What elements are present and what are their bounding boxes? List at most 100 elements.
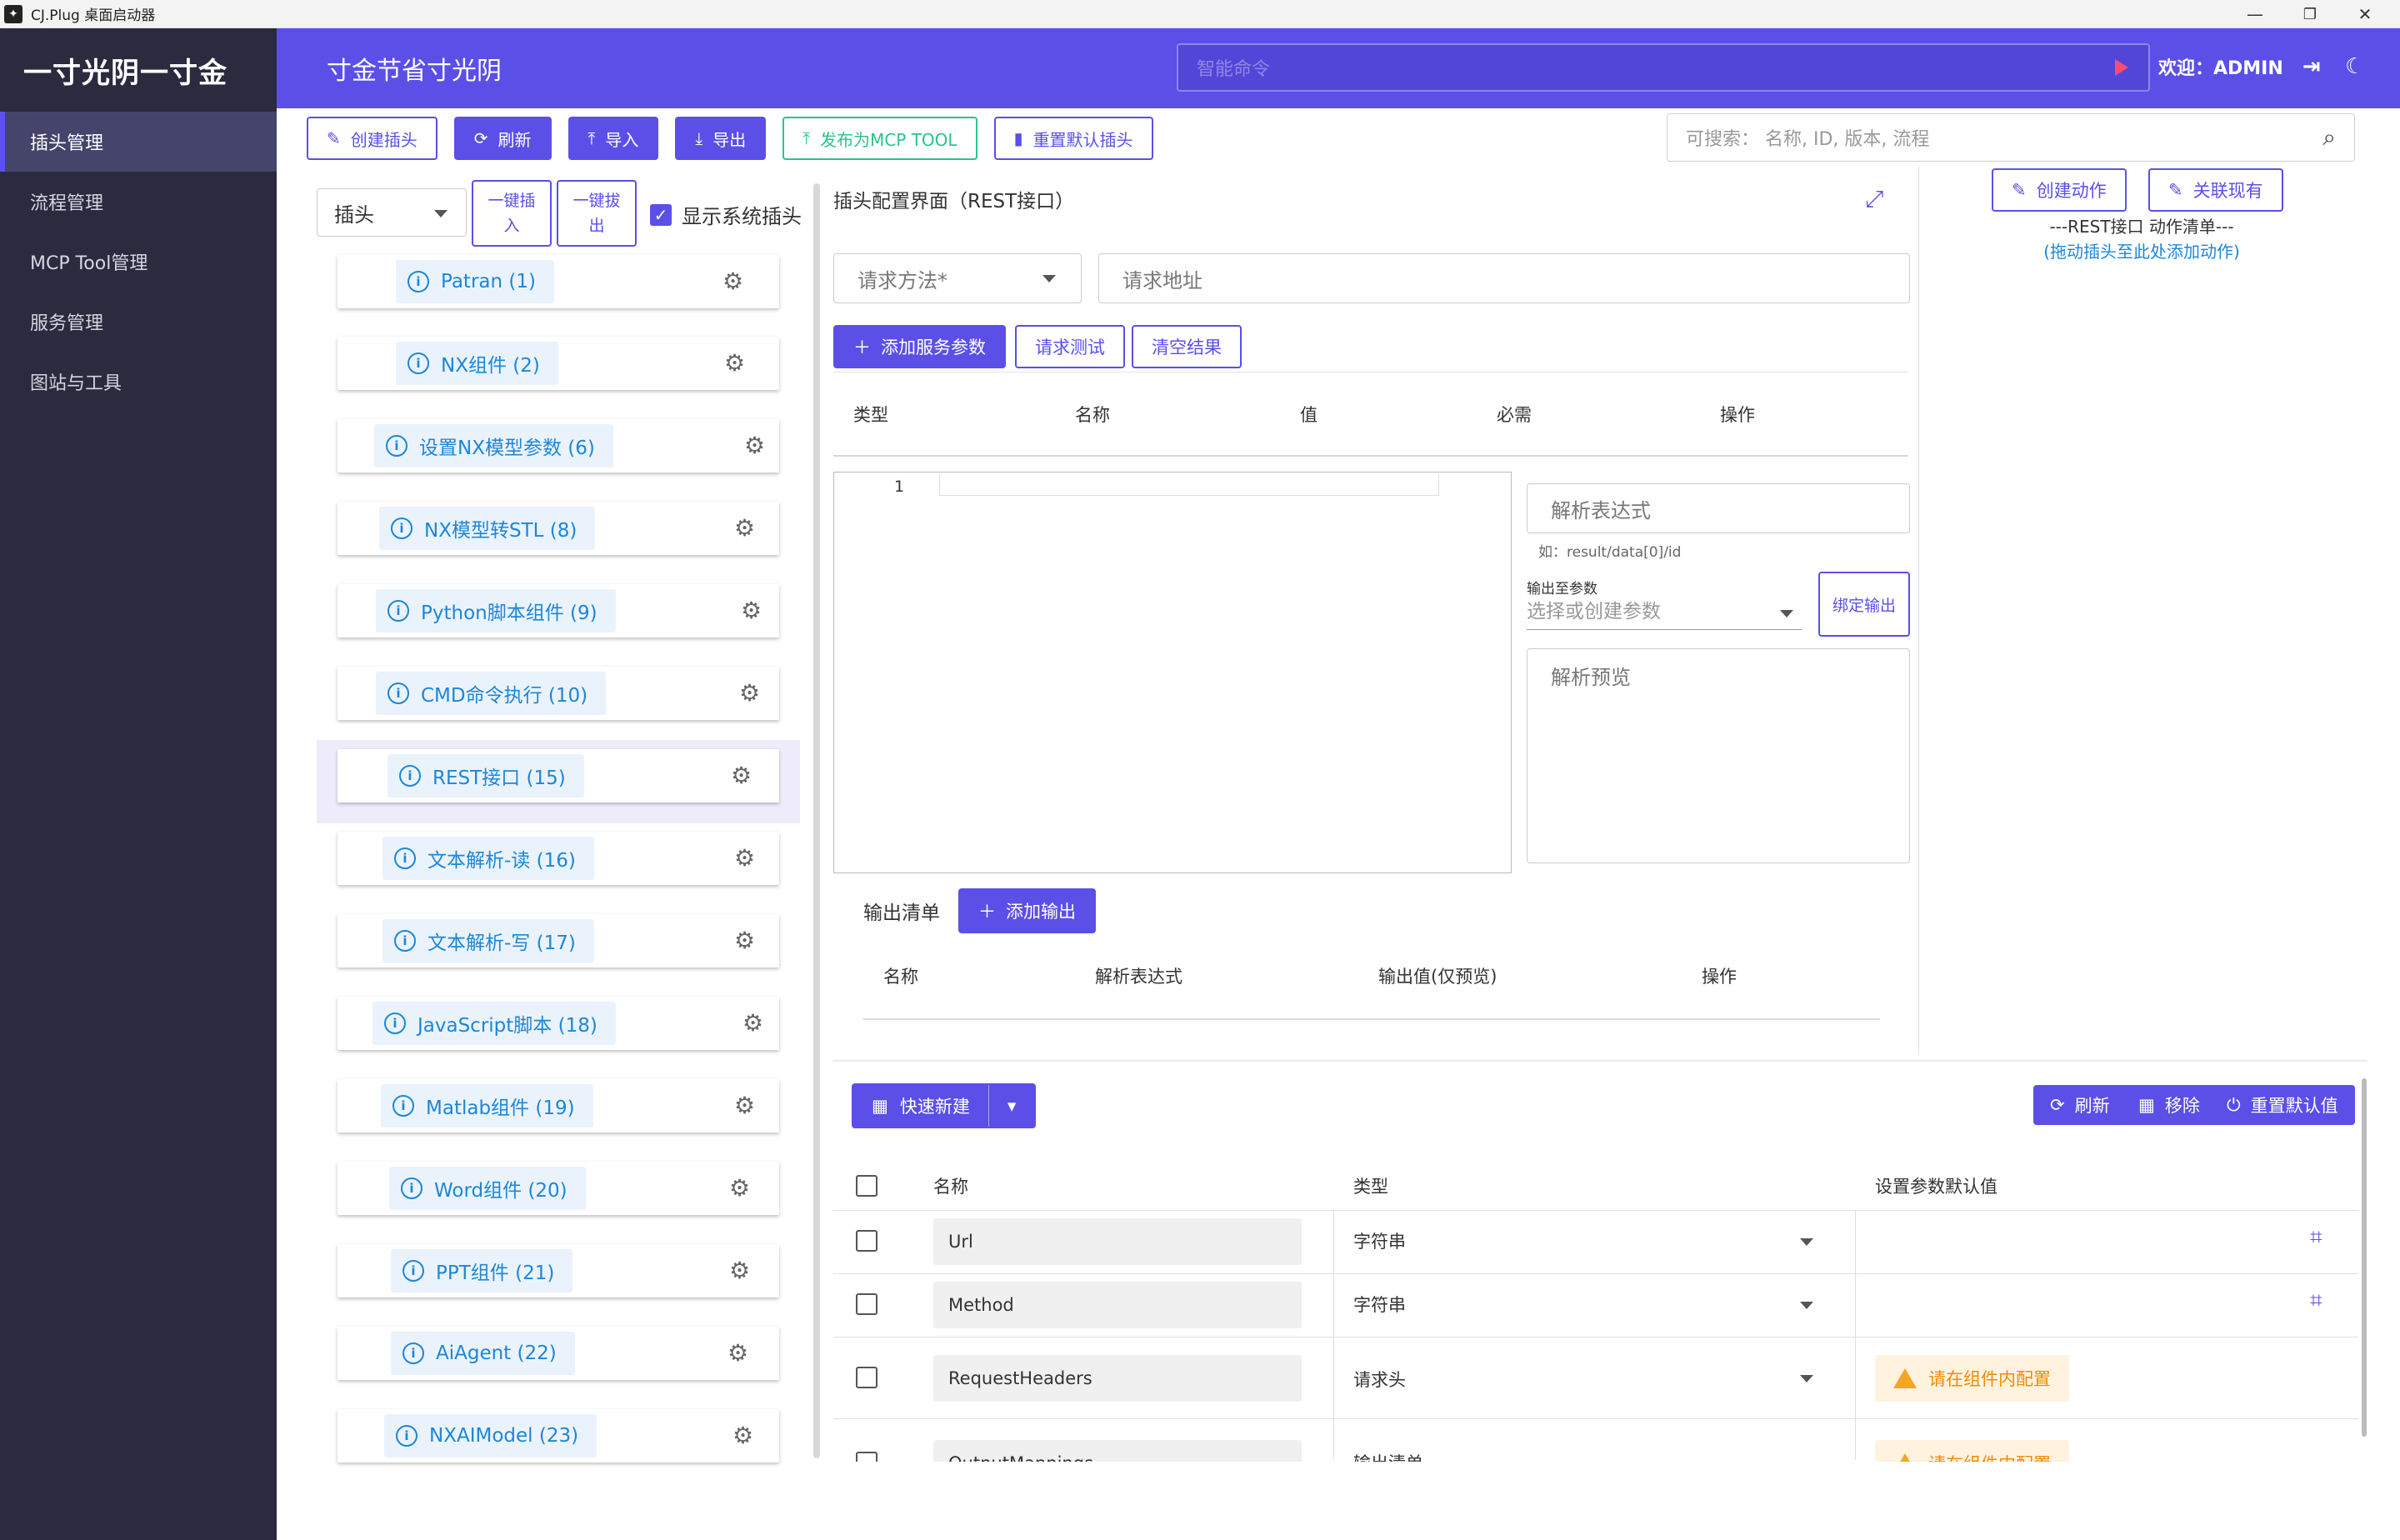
plug-card[interactable]: i 文本解析-读 (16) ⚙ [338,832,779,885]
sidebar-item-mcp-tool[interactable]: MCP Tool管理 [0,232,277,292]
export-button[interactable]: ⤓ 导出 [675,117,767,160]
sidebar-item-service[interactable]: 服务管理 [0,292,277,352]
row-checkbox[interactable] [856,1367,878,1388]
gear-icon[interactable]: ⚙ [729,1259,750,1282]
plug-card[interactable]: i Word组件 (20) ⚙ [338,1162,779,1215]
param-name-cell[interactable]: Method [933,1282,1302,1328]
param-name-cell[interactable]: OutputMappings [933,1440,1302,1462]
param-type-cell[interactable]: 输出清单 [1353,1450,1423,1462]
row-checkbox[interactable] [856,1452,878,1462]
import-button[interactable]: ⤒ 导入 [568,117,659,160]
search-placeholder: 可搜索： 名称, ID, 版本, 流程 [1686,129,1930,150]
reset-plugs-button[interactable]: ▮ 重置默认插头 [993,117,1153,160]
parse-expression-input[interactable]: 解析表达式 [1527,483,1910,533]
show-system-checkbox[interactable]: ✓ 显示系统插头 [650,200,802,229]
plug-card[interactable]: i CMD命令执行 (10) ⚙ [338,667,779,720]
plug-list-scrollbar[interactable] [813,183,820,1458]
command-input[interactable]: 智能命令 [1177,43,2150,92]
gear-icon[interactable]: ⚙ [741,599,762,622]
gear-icon[interactable]: ⚙ [739,682,760,705]
plug-card[interactable]: i Patran (1) ⚙ [338,255,779,308]
row-checkbox[interactable] [856,1293,878,1315]
plug-card-selected[interactable]: i REST接口 (15) ⚙ [338,749,779,802]
refresh-button[interactable]: ⟳ 刷新 [453,117,552,160]
param-type-cell[interactable]: 请求头 [1353,1367,1406,1392]
gear-icon[interactable]: ⚙ [734,517,755,540]
plug-search-input[interactable]: 可搜索： 名称, ID, 版本, 流程 ⌕ [1667,113,2355,162]
plug-card[interactable]: i Matlab组件 (19) ⚙ [338,1079,779,1132]
qr-code-icon[interactable]: ⌗ [2310,1288,2322,1314]
output-param-select[interactable]: 选择或创建参数 [1527,595,1802,630]
gear-icon[interactable]: ⚙ [729,1177,750,1200]
chevron-down-icon[interactable] [1800,1375,1813,1382]
plug-card[interactable]: i NX模型转STL (8) ⚙ [338,502,779,555]
gear-icon[interactable]: ⚙ [744,434,765,458]
request-method-select[interactable]: 请求方法* [833,253,1082,303]
col-type: 类型 [1353,1177,1388,1197]
gear-icon[interactable]: ⚙ [734,847,755,870]
plug-card[interactable]: i PPT组件 (21) ⚙ [338,1244,779,1298]
param-type-cell[interactable]: 字符串 [1353,1228,1406,1253]
table-icon: ▦ [2138,1095,2155,1115]
plug-card[interactable]: i AiAgent (22) ⚙ [338,1327,779,1380]
link-existing-button[interactable]: ✎ 关联现有 [2148,168,2283,212]
publish-icon: ⤒ [802,128,811,148]
create-action-button[interactable]: ✎ 创建动作 [1992,168,2127,212]
quick-new-button[interactable]: ▦ 快速新建 ▾ [852,1083,1037,1128]
plug-card[interactable]: i JavaScript脚本 (18) ⚙ [338,997,779,1050]
gear-icon[interactable]: ⚙ [734,929,755,952]
brand-title: 一寸光阴一寸金 [23,56,228,90]
gear-icon[interactable]: ⚙ [742,1012,763,1035]
gear-icon[interactable]: ⚙ [722,270,743,293]
gear-icon[interactable]: ⚙ [734,1094,755,1118]
close-button[interactable]: ✕ [2332,0,2398,28]
plug-card[interactable]: i 设置NX模型参数 (6) ⚙ [338,419,779,472]
plug-type-select[interactable]: 插头 [317,188,467,237]
param-name-cell[interactable]: Url [933,1218,1302,1265]
qr-code-icon[interactable]: ⌗ [2310,1225,2322,1251]
add-param-button[interactable]: ＋添加服务参数 [833,325,1006,368]
sidebar-item-flow-management[interactable]: 流程管理 [0,172,277,232]
logout-icon[interactable]: ⇥ [2297,52,2327,82]
select-all-checkbox[interactable] [856,1175,878,1197]
gear-icon[interactable]: ⚙ [728,1342,748,1365]
param-type-cell[interactable]: 字符串 [1353,1292,1406,1317]
chevron-down-icon[interactable] [1800,1238,1813,1246]
response-editor[interactable]: 1 [833,472,1512,873]
plug-card[interactable]: i NX组件 (2) ⚙ [338,337,779,390]
request-url-input[interactable]: 请求地址 [1098,253,1910,303]
sidebar-item-tools[interactable]: 图站与工具 [0,352,277,412]
remove-params-button[interactable]: ▦ 移除 [2122,1085,2217,1125]
param-name-cell[interactable]: RequestHeaders [933,1355,1302,1402]
row-checkbox[interactable] [856,1230,878,1252]
dark-mode-icon[interactable]: ☾ [2340,52,2370,82]
plug-card[interactable]: i 文本解析-写 (17) ⚙ [338,914,779,968]
chevron-down-icon[interactable] [1800,1302,1813,1309]
clear-result-button[interactable]: 清空结果 [1132,325,1242,368]
plug-card[interactable]: i Python脚本组件 (9) ⚙ [338,584,779,638]
fullscreen-icon[interactable]: ⤢ [1865,185,1883,213]
reset-icon: ▮ [1013,128,1023,148]
params-scrollbar[interactable] [2362,1078,2367,1437]
unplug-all-button[interactable]: 一键拔出 [557,180,637,247]
gear-icon[interactable]: ⚙ [724,352,745,375]
plus-icon: ＋ [853,338,871,358]
request-test-button[interactable]: 请求测试 [1015,325,1125,368]
sidebar-item-plug-management[interactable]: 插头管理 [0,112,277,172]
parse-hint: 如：result/data[0]/id [1538,544,1682,561]
insert-all-button[interactable]: 一键插入 [472,180,552,247]
plug-card[interactable]: i NXAIModel (23) ⚙ [338,1409,779,1462]
splitter[interactable] [833,1060,2367,1062]
publish-mcp-button[interactable]: ⤒ 发布为MCP TOOL [782,117,978,160]
add-output-button[interactable]: ＋添加输出 [958,888,1096,933]
gear-icon[interactable]: ⚙ [731,764,752,788]
chevron-down-icon[interactable]: ▾ [988,1085,1035,1127]
run-icon[interactable] [2115,59,2128,76]
reset-defaults-button[interactable]: ⏻ 重置默认值 [2210,1085,2355,1125]
create-plug-button[interactable]: ✎ 创建插头 [307,117,438,160]
search-icon[interactable]: ⌕ [2322,123,2336,152]
refresh-params-button[interactable]: ⟳ 刷新 [2033,1085,2127,1125]
row-divider [833,1210,2358,1211]
gear-icon[interactable]: ⚙ [732,1424,753,1448]
bind-output-button[interactable]: 绑定输出 [1818,572,1910,637]
